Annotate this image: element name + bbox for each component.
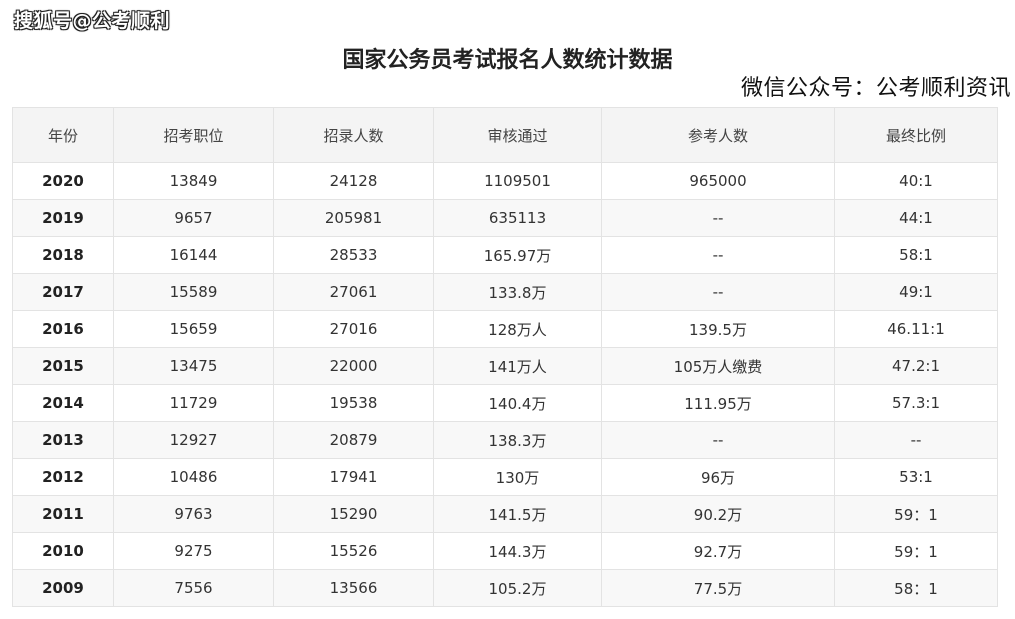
table-row: 2012 10486 17941 130万 96万 53:1: [12, 458, 998, 496]
cell-positions: 7556: [113, 569, 274, 607]
table-row: 2017 15589 27061 133.8万 -- 49:1: [12, 273, 998, 311]
cell-hires: 27016: [273, 310, 434, 348]
cell-examinees: 92.7万: [601, 532, 835, 570]
table-row: 2010 9275 15526 144.3万 92.7万 59：1: [12, 532, 998, 570]
cell-ratio: --: [834, 421, 998, 459]
page-subtitle: 微信公众号：公考顺利资讯: [740, 76, 1011, 101]
table-header-row: 年份 招考职位 招录人数 审核通过 参考人数 最终比例: [12, 107, 998, 163]
table-row: 2015 13475 22000 141万人 105万人缴费 47.2:1: [12, 347, 998, 385]
cell-year: 2017: [12, 273, 114, 311]
cell-year: 2020: [12, 162, 114, 200]
cell-hires: 19538: [273, 384, 434, 422]
cell-examinees: 105万人缴费: [601, 347, 835, 385]
cell-ratio: 47.2:1: [834, 347, 998, 385]
cell-ratio: 46.11:1: [834, 310, 998, 348]
cell-year: 2015: [12, 347, 114, 385]
cell-approved: 138.3万: [433, 421, 602, 459]
cell-year: 2013: [12, 421, 114, 459]
cell-positions: 10486: [113, 458, 274, 496]
cell-approved: 141万人: [433, 347, 602, 385]
cell-ratio: 49:1: [834, 273, 998, 311]
header-approved: 审核通过: [433, 107, 602, 163]
cell-approved: 140.4万: [433, 384, 602, 422]
header-positions: 招考职位: [113, 107, 274, 163]
cell-approved: 141.5万: [433, 495, 602, 533]
cell-examinees: --: [601, 236, 835, 274]
cell-hires: 13566: [273, 569, 434, 607]
cell-approved: 635113: [433, 199, 602, 237]
cell-year: 2014: [12, 384, 114, 422]
cell-examinees: 139.5万: [601, 310, 835, 348]
cell-positions: 9657: [113, 199, 274, 237]
cell-ratio: 59：1: [834, 495, 998, 533]
cell-approved: 165.97万: [433, 236, 602, 274]
cell-year: 2010: [12, 532, 114, 570]
cell-year: 2012: [12, 458, 114, 496]
cell-approved: 1109501: [433, 162, 602, 200]
cell-ratio: 44:1: [834, 199, 998, 237]
cell-positions: 13475: [113, 347, 274, 385]
cell-examinees: 77.5万: [601, 569, 835, 607]
cell-ratio: 59：1: [834, 532, 998, 570]
cell-hires: 15526: [273, 532, 434, 570]
cell-positions: 15589: [113, 273, 274, 311]
cell-hires: 17941: [273, 458, 434, 496]
cell-ratio: 58：1: [834, 569, 998, 607]
table-row: 2014 11729 19538 140.4万 111.95万 57.3:1: [12, 384, 998, 422]
header-hires: 招录人数: [273, 107, 434, 163]
cell-approved: 128万人: [433, 310, 602, 348]
cell-hires: 20879: [273, 421, 434, 459]
cell-positions: 13849: [113, 162, 274, 200]
cell-examinees: --: [601, 199, 835, 237]
cell-year: 2019: [12, 199, 114, 237]
cell-hires: 28533: [273, 236, 434, 274]
header-year: 年份: [12, 107, 114, 163]
header-ratio: 最终比例: [834, 107, 998, 163]
cell-examinees: 96万: [601, 458, 835, 496]
table-row: 2011 9763 15290 141.5万 90.2万 59：1: [12, 495, 998, 533]
cell-hires: 27061: [273, 273, 434, 311]
cell-approved: 130万: [433, 458, 602, 496]
table-row: 2018 16144 28533 165.97万 -- 58:1: [12, 236, 998, 274]
cell-year: 2011: [12, 495, 114, 533]
table-row: 2009 7556 13566 105.2万 77.5万 58：1: [12, 569, 998, 607]
cell-positions: 9763: [113, 495, 274, 533]
cell-approved: 144.3万: [433, 532, 602, 570]
cell-examinees: --: [601, 273, 835, 311]
cell-ratio: 40:1: [834, 162, 998, 200]
cell-year: 2009: [12, 569, 114, 607]
table-row: 2016 15659 27016 128万人 139.5万 46.11:1: [12, 310, 998, 348]
stats-table: 年份 招考职位 招录人数 审核通过 参考人数 最终比例 2020 13849 241…: [12, 107, 998, 607]
cell-examinees: 965000: [601, 162, 835, 200]
table-row: 2019 9657 205981 635113 -- 44:1: [12, 199, 998, 237]
cell-positions: 12927: [113, 421, 274, 459]
cell-positions: 11729: [113, 384, 274, 422]
cell-year: 2018: [12, 236, 114, 274]
cell-examinees: 111.95万: [601, 384, 835, 422]
cell-approved: 133.8万: [433, 273, 602, 311]
cell-ratio: 53:1: [834, 458, 998, 496]
cell-positions: 9275: [113, 532, 274, 570]
header-examinees: 参考人数: [601, 107, 835, 163]
cell-year: 2016: [12, 310, 114, 348]
cell-hires: 24128: [273, 162, 434, 200]
cell-positions: 16144: [113, 236, 274, 274]
cell-approved: 105.2万: [433, 569, 602, 607]
table-row: 2020 13849 24128 1109501 965000 40:1: [12, 162, 998, 200]
cell-examinees: 90.2万: [601, 495, 835, 533]
cell-positions: 15659: [113, 310, 274, 348]
cell-hires: 22000: [273, 347, 434, 385]
cell-hires: 15290: [273, 495, 434, 533]
watermark: 搜狐号@公考顺利: [14, 10, 171, 32]
table-row: 2013 12927 20879 138.3万 -- --: [12, 421, 998, 459]
cell-hires: 205981: [273, 199, 434, 237]
cell-examinees: --: [601, 421, 835, 459]
cell-ratio: 58:1: [834, 236, 998, 274]
cell-ratio: 57.3:1: [834, 384, 998, 422]
